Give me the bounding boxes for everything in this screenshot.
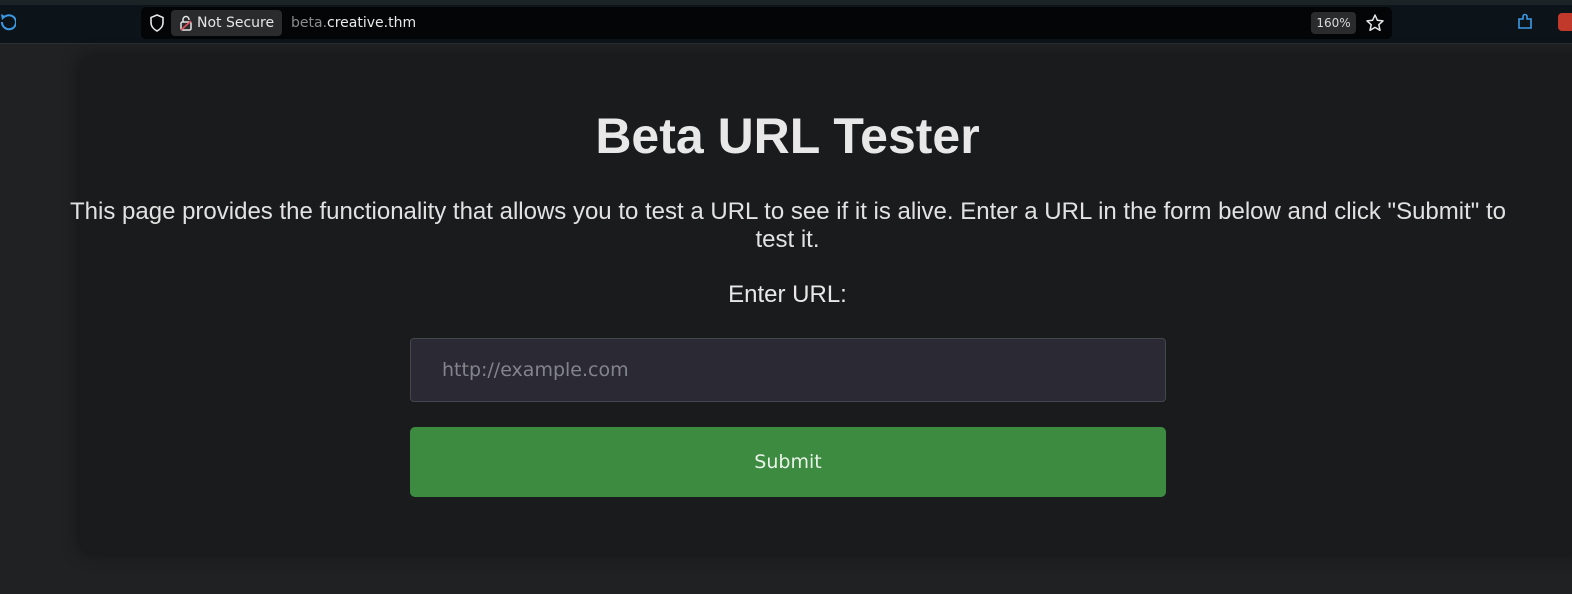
extensions-icon[interactable] <box>1516 13 1534 31</box>
url-subdomain: beta. <box>291 15 328 31</box>
reload-icon[interactable] <box>0 12 16 32</box>
shield-icon[interactable] <box>149 14 165 32</box>
security-label: Not Secure <box>197 15 275 31</box>
page-description: This page provides the functionality tha… <box>70 198 1506 225</box>
submit-button[interactable]: Submit <box>410 427 1166 497</box>
star-icon[interactable] <box>1365 13 1385 33</box>
page-title: Beta URL Tester <box>595 108 980 164</box>
url-field-label: Enter URL: <box>728 281 847 308</box>
zoom-level-button[interactable]: 160% <box>1311 12 1356 34</box>
page-viewport: Beta URL Tester This page provides the f… <box>0 45 1572 594</box>
security-indicator[interactable]: Not Secure <box>171 10 282 36</box>
addon-icon[interactable] <box>1558 13 1572 31</box>
browser-toolbar: Not Secure beta.creative.thm 160% <box>0 0 1572 44</box>
url-text[interactable]: beta.creative.thm <box>291 7 416 39</box>
url-input[interactable] <box>410 338 1166 402</box>
page-description-continued: test it. <box>755 226 820 253</box>
url-domain: creative.thm <box>327 15 417 31</box>
tab-strip <box>0 0 1572 5</box>
lock-icon <box>180 15 192 31</box>
address-bar[interactable]: Not Secure beta.creative.thm 160% <box>141 7 1392 39</box>
